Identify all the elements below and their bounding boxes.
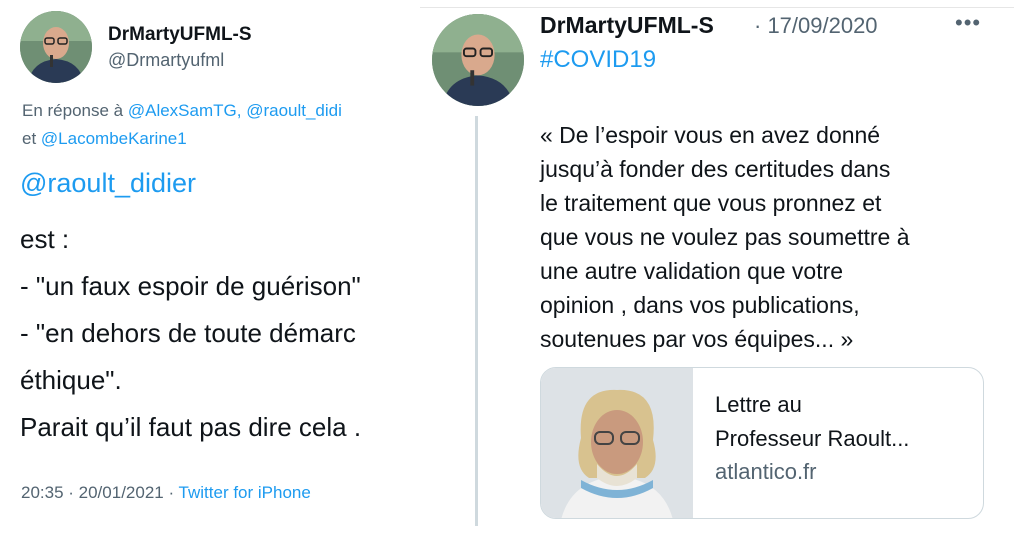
reply-line-2: et @LacombeKarine1 xyxy=(22,125,342,153)
tweet-line: le traitement que vous pronnez et xyxy=(540,190,882,216)
divider xyxy=(420,7,1014,8)
avatar-image xyxy=(20,11,92,83)
author-avatar[interactable] xyxy=(20,11,92,83)
tweet-line: que vous ne voulez pas soumettre à xyxy=(540,224,910,250)
right-tweet: DrMartyUFML-S · 17/09/2020 ••• #COVID19 … xyxy=(420,0,1014,555)
link-card[interactable]: Lettre au Professeur Raoult... atlantico… xyxy=(540,367,984,519)
tweet-line: - "un faux espoir de guérison" xyxy=(20,271,361,301)
reply-prefix-2: et xyxy=(22,129,41,148)
author-name[interactable]: DrMartyUFML-S xyxy=(540,12,714,39)
card-thumbnail xyxy=(541,368,693,518)
reply-context: En réponse à @AlexSamTG, @raoult_didi et… xyxy=(22,97,342,153)
card-title-line: Professeur Raoult... xyxy=(715,426,910,451)
tweet-line: éthique". xyxy=(20,365,122,395)
tweet-timestamp[interactable]: 20:35 · 20/01/2021 · xyxy=(21,483,179,502)
tweet-body: « De l’espoir vous en avez donné jusqu’à… xyxy=(540,118,910,356)
reply-mention-lacombe[interactable]: @LacombeKarine1 xyxy=(41,129,187,148)
tweet-line: opinion , dans vos publications, xyxy=(540,292,860,318)
card-title-line: Lettre au xyxy=(715,392,802,417)
tweet-line: « De l’espoir vous en avez donné xyxy=(540,122,881,148)
reply-mentions[interactable]: @AlexSamTG, @raoult_didi xyxy=(128,101,342,120)
left-tweet: DrMartyUFML-S @Drmartyufml En réponse à … xyxy=(0,0,420,555)
tweet-source[interactable]: Twitter for iPhone xyxy=(179,483,311,502)
tweet-line: jusqu’à fonder des certitudes dans xyxy=(540,156,891,182)
author-handle[interactable]: @Drmartyufml xyxy=(108,50,224,71)
author-avatar[interactable] xyxy=(432,14,524,106)
tweet-meta: 20:35 · 20/01/2021 · Twitter for iPhone xyxy=(21,483,311,503)
card-title: Lettre au Professeur Raoult... xyxy=(715,388,909,456)
reply-prefix: En réponse à xyxy=(22,101,128,120)
tweet-line: est : xyxy=(20,224,70,254)
tweet-body: est : - "un faux espoir de guérison" - "… xyxy=(20,216,361,451)
hashtag-link[interactable]: #COVID19 xyxy=(540,46,656,74)
author-name[interactable]: DrMartyUFML-S xyxy=(108,24,252,46)
tweet-line: Parait qu’il faut pas dire cela . xyxy=(20,412,362,442)
avatar-image xyxy=(432,14,524,106)
thread-line xyxy=(475,116,478,526)
reply-line-1: En réponse à @AlexSamTG, @raoult_didi xyxy=(22,97,342,125)
tweet-line: une autre validation que votre xyxy=(540,258,844,284)
tweet-date[interactable]: · 17/09/2020 xyxy=(754,13,878,39)
tweet-line: - "en dehors de toute démarc xyxy=(20,318,356,348)
card-domain: atlantico.fr xyxy=(715,459,817,484)
portrait-image xyxy=(541,368,693,518)
tweet-line: soutenues par vos équipes... » xyxy=(540,326,854,352)
tweet-mention[interactable]: @raoult_didier xyxy=(20,168,196,199)
more-options-icon[interactable]: ••• xyxy=(955,10,981,36)
